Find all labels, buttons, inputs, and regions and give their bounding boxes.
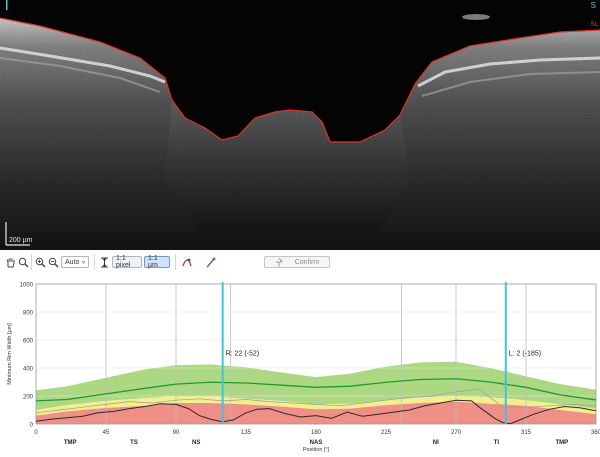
dropdown-chevron-icon: ▿ [81, 259, 85, 266]
zoom-out-icon[interactable] [47, 256, 59, 268]
x-tick-label-1: 45 [103, 430, 110, 436]
confirm-pin-icon [275, 257, 283, 266]
y-tick-label-4: 800 [23, 311, 34, 317]
scan-edge-label: SL [590, 22, 598, 28]
y-tick-label-2: 400 [23, 367, 34, 373]
zoom-level-select[interactable]: Auto ▿ [61, 256, 89, 268]
zoom-icon[interactable] [17, 256, 29, 268]
oct-bscan-svg [0, 0, 600, 250]
x-tick-label-7: 315 [521, 430, 532, 436]
x-tick-label-8: 360 [591, 430, 600, 436]
x-tick-label-3: 135 [241, 430, 252, 436]
confirm-button[interactable]: Confirm [264, 256, 330, 268]
position-marker-label-1: L: 2 (-185) [509, 350, 541, 357]
y-tick-label-1: 200 [23, 395, 34, 401]
y-tick-label-5: 1000 [20, 283, 34, 289]
position-marker-label-0: R: 22 (-52) [226, 350, 259, 357]
sector-label-0: TMP [64, 440, 77, 446]
image-toolbar: Auto ▿ 1:1 pixel 1:1 µm Confirm [0, 252, 600, 272]
hand-pan-icon[interactable] [4, 256, 16, 268]
measure-tool-icon[interactable] [205, 256, 217, 268]
confirm-label: Confirm [294, 258, 320, 266]
x-tick-label-4: 180 [311, 430, 322, 436]
x-tick-label-2: 90 [173, 430, 180, 436]
mrw-chart-svg: R: 22 (-52) L: 2 (-185) 02004006008001000… [0, 274, 600, 453]
x-tick-label-5: 225 [381, 430, 392, 436]
one-to-one-pixel-button[interactable]: 1:1 pixel [112, 255, 142, 269]
zoom-in-icon[interactable] [34, 256, 46, 268]
scale-bar-label: 200 µm [9, 237, 33, 244]
sector-label-1: TS [130, 440, 138, 446]
one-to-one-um-button[interactable]: 1:1 µm [144, 255, 170, 269]
rim-tool-icon[interactable] [181, 256, 193, 268]
sector-label-2: NS [192, 440, 200, 446]
scan-corner-label: S [590, 1, 596, 10]
sector-label-4: NI [433, 440, 439, 446]
x-tick-label-6: 270 [451, 430, 462, 436]
sector-label-6: TMP [555, 440, 568, 446]
zoom-level-value: Auto [65, 258, 80, 266]
height-icon[interactable] [99, 256, 110, 268]
oct-bscan-image[interactable]: 200 µm S SL [0, 0, 600, 250]
sector-label-3: NAS [310, 440, 323, 446]
mrw-chart: R: 22 (-52) L: 2 (-185) 0 200 400 600 800 1000… [0, 274, 600, 453]
y-axis-title: Minimum Rim Width [µm] [7, 323, 13, 385]
y-tick-label-3: 600 [23, 339, 34, 345]
x-axis-title: Position [°] [303, 447, 330, 452]
sector-label-5: TI [494, 440, 500, 446]
